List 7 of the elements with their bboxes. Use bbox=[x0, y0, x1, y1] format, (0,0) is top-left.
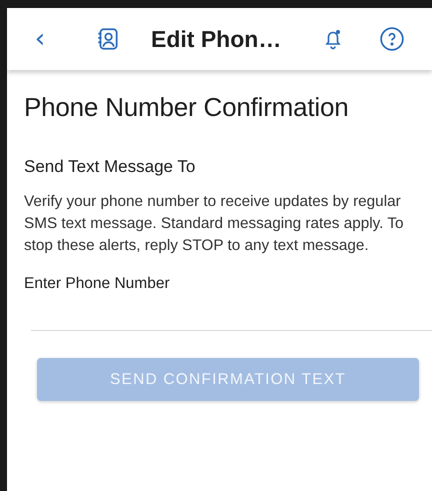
page-title: Edit Phon… bbox=[151, 26, 282, 52]
back-button[interactable]: ‹ bbox=[33, 26, 47, 52]
page-heading: Phone Number Confirmation bbox=[24, 92, 350, 123]
section-heading: Send Text Message To bbox=[24, 157, 196, 177]
field-label: Enter Phone Number bbox=[24, 275, 171, 293]
description-text: Verify your phone number to receive updates by regular SMS text message. Standard messaging rates apply. To stop these alerts, reply STOP to any text message. bbox=[24, 192, 405, 256]
help-icon[interactable] bbox=[379, 26, 405, 52]
